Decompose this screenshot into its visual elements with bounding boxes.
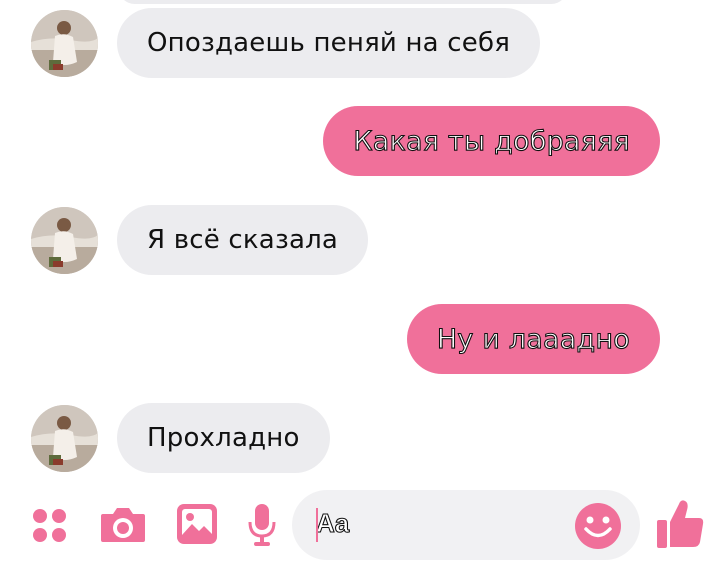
avatar[interactable]: [31, 10, 98, 77]
avatar[interactable]: [31, 207, 98, 274]
message-row: Ну и лааадно: [0, 304, 720, 374]
message-row: Какая ты добраяяя: [0, 106, 720, 176]
message-row: Прохладно: [0, 403, 720, 473]
message-row: Опоздаешь пеняй на себя: [0, 8, 720, 78]
message-composer: Aa: [0, 482, 720, 568]
message-text: Какая ты добраяяя: [353, 125, 631, 157]
message-text: Ну и лааадно: [436, 323, 630, 355]
image-icon[interactable]: [175, 502, 219, 546]
message-bubble[interactable]: Какая ты добраяяя: [323, 106, 660, 176]
message-input[interactable]: Aa: [292, 490, 640, 560]
message-list: Опоздаешь пеняй на себя Какая ты добраяя…: [0, 0, 720, 482]
message-text: Опоздаешь пеняй на себя: [147, 28, 511, 58]
message-text: Я всё сказала: [147, 225, 339, 255]
message-bubble[interactable]: Опоздаешь пеняй на себя: [117, 8, 541, 78]
avatar[interactable]: [31, 405, 98, 472]
microphone-icon[interactable]: [247, 502, 277, 548]
clipped-message-bubble: [118, 0, 568, 4]
message-bubble[interactable]: Прохладно: [117, 403, 330, 473]
thumbs-up-icon[interactable]: [655, 498, 705, 550]
apps-icon[interactable]: [30, 506, 70, 546]
message-row: Я всё сказала: [0, 205, 720, 275]
message-bubble[interactable]: Я всё сказала: [117, 205, 369, 275]
message-text: Прохладно: [147, 423, 300, 453]
camera-icon[interactable]: [99, 504, 147, 546]
message-bubble[interactable]: Ну и лааадно: [406, 304, 660, 374]
emoji-icon[interactable]: [574, 502, 622, 550]
text-caret: [316, 508, 318, 542]
message-input-placeholder: Aa: [315, 507, 350, 538]
